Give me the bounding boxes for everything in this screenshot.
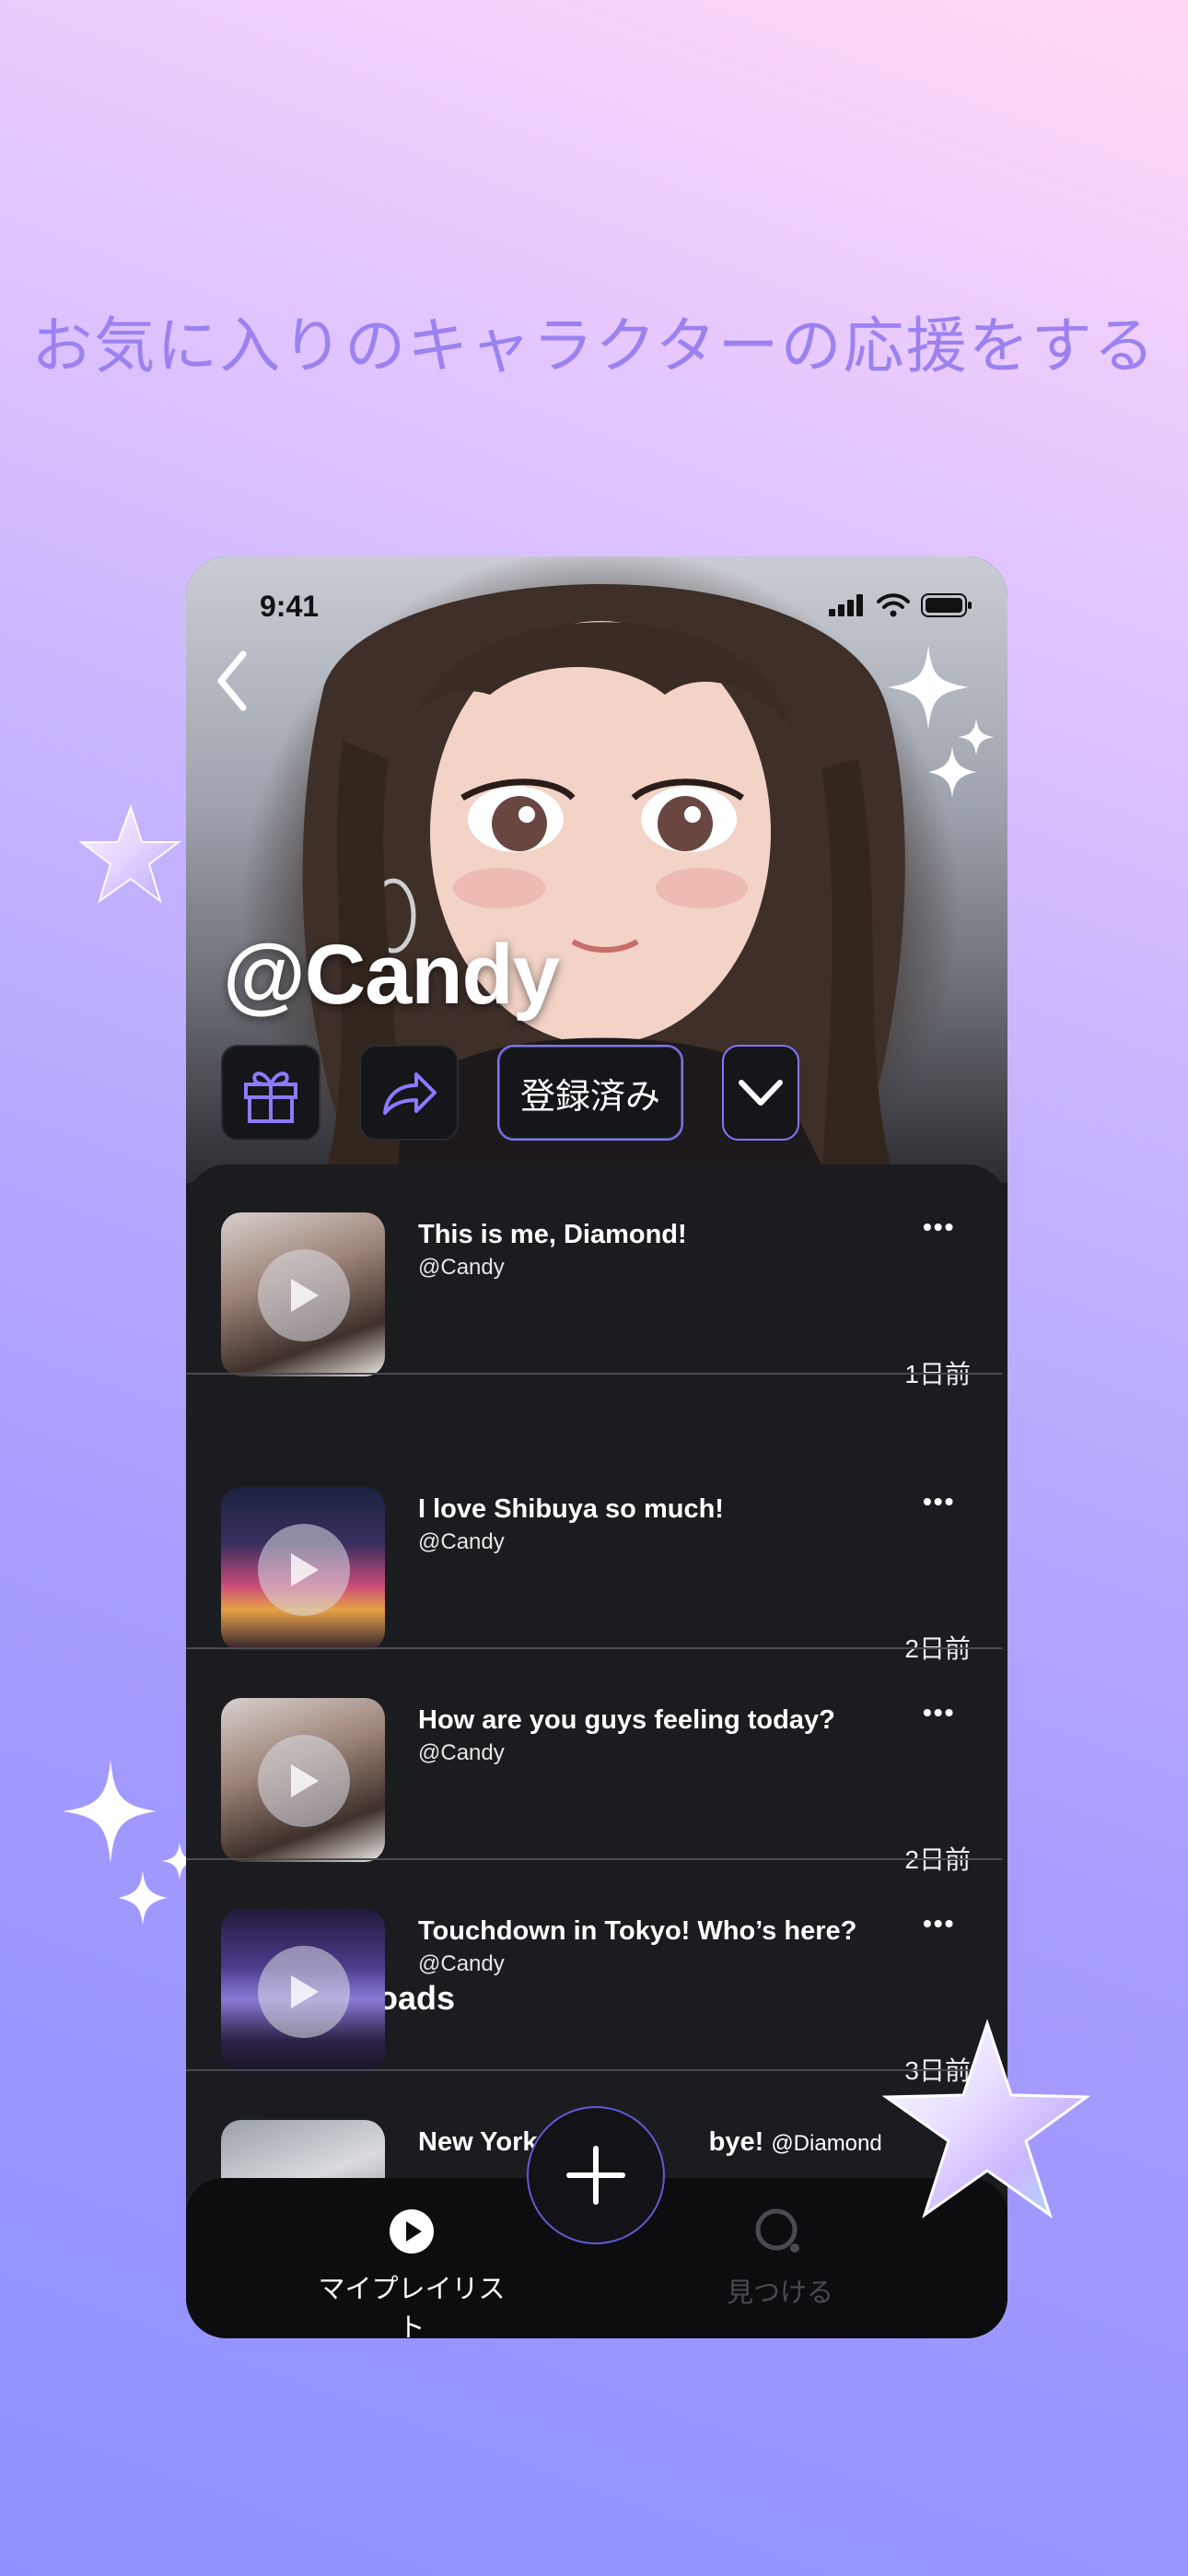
subscription-options-button[interactable] [722, 1045, 799, 1141]
divider [186, 1858, 1002, 1860]
wifi-icon [877, 593, 910, 617]
divider [186, 1647, 1002, 1649]
divider [186, 1373, 1002, 1375]
battery-icon [921, 593, 972, 617]
list-item[interactable]: I love Shibuya so much! @Candy ••• 2日前 [186, 1439, 1007, 1663]
more-options-icon[interactable]: ••• [923, 1698, 955, 1727]
video-thumbnail[interactable] [221, 1212, 385, 1376]
gift-button[interactable] [221, 1045, 320, 1141]
video-thumbnail[interactable] [221, 1698, 385, 1862]
video-title[interactable]: This is me, Diamond! [418, 1220, 687, 1250]
video-author[interactable]: @Candy [418, 1740, 505, 1766]
chevron-down-icon [739, 1080, 783, 1106]
star-decoration-icon [881, 2019, 1091, 2219]
gift-icon [244, 1071, 297, 1123]
play-icon[interactable] [258, 1735, 350, 1827]
video-title[interactable]: How are you guys feeling today? [418, 1705, 835, 1736]
list-item[interactable]: How are you guys feeling today? @Candy •… [186, 1650, 1007, 1874]
status-time: 9:41 [260, 590, 320, 623]
video-title[interactable]: I love Shibuya so much! [418, 1494, 724, 1525]
video-author[interactable]: @Candy [418, 1529, 505, 1555]
page-headline: お気に入りのキャラクターの応援をする [31, 310, 1157, 381]
star-decoration-icon [78, 803, 181, 904]
nav-label: マイプレイリスト [318, 2275, 506, 2338]
play-icon[interactable] [258, 1524, 350, 1616]
video-author[interactable]: @Candy [418, 1255, 505, 1281]
share-button[interactable] [359, 1045, 459, 1141]
profile-hero-image: 9:41 @Candy 登録済み [186, 556, 1007, 1183]
video-author[interactable]: @Candy [418, 1951, 505, 1977]
video-title[interactable]: Touchdown in Tokyo! Who’s here? [418, 1916, 856, 1947]
video-author[interactable]: @Diamond [771, 2131, 881, 2156]
search-icon [755, 2208, 799, 2253]
share-arrow-icon [383, 1072, 437, 1115]
status-bar: 9:41 [186, 556, 1007, 658]
subscribed-button[interactable]: 登録済み [497, 1045, 683, 1141]
sparkle-icon [888, 645, 995, 798]
add-button[interactable] [527, 2106, 665, 2244]
video-thumbnail[interactable] [221, 1487, 385, 1651]
video-thumbnail[interactable] [221, 1909, 385, 2073]
nav-label: 見つける [726, 2278, 833, 2308]
signal-icon [829, 594, 863, 616]
more-options-icon[interactable]: ••• [923, 1212, 955, 1242]
more-options-icon[interactable]: ••• [923, 1487, 955, 1516]
nav-my-playlist[interactable]: マイプレイリスト [306, 2207, 518, 2338]
play-icon[interactable] [258, 1249, 350, 1341]
play-icon[interactable] [258, 1946, 350, 2038]
nav-discover[interactable]: 見つける [711, 2207, 849, 2310]
plus-icon [566, 2146, 625, 2205]
play-circle-icon [390, 2209, 434, 2254]
list-item[interactable]: This is me, Diamond! @Candy ••• 1日前 [186, 1165, 1007, 1388]
back-chevron-icon[interactable] [214, 649, 250, 713]
more-options-icon[interactable]: ••• [923, 1909, 955, 1938]
profile-name: @Candy [223, 928, 560, 1022]
